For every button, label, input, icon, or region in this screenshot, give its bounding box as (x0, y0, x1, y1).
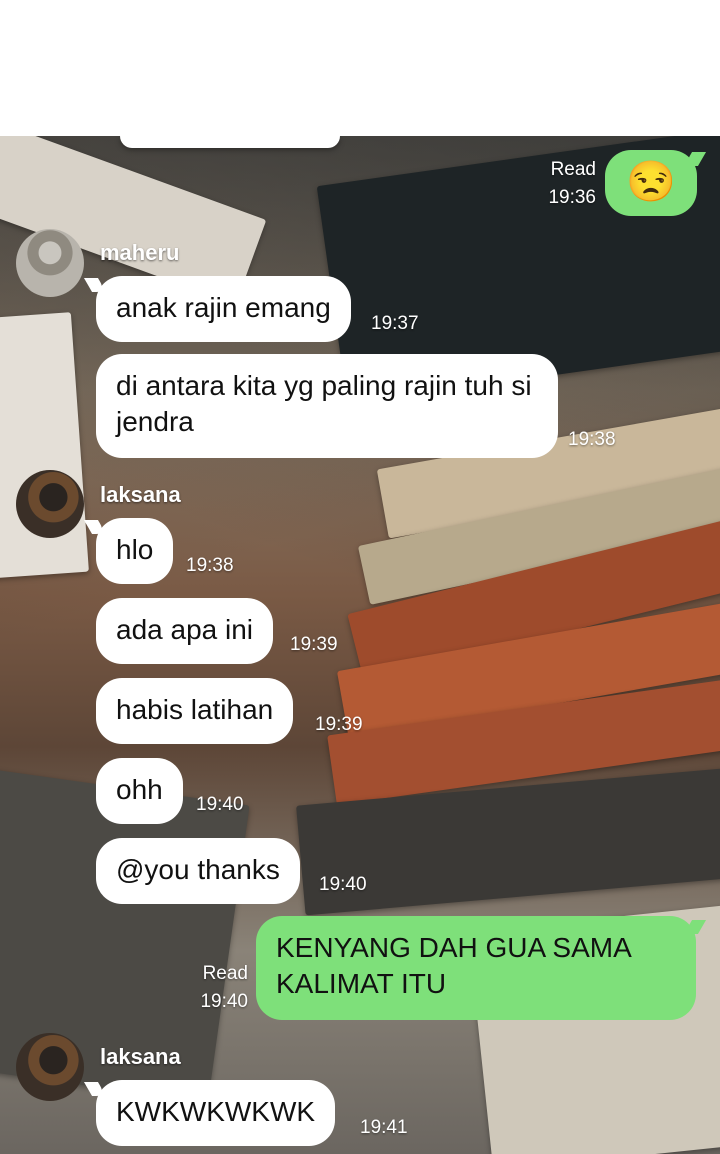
message-time: 19:39 (315, 714, 363, 735)
message-bubble[interactable]: KWKWKWKWK (96, 1080, 336, 1146)
message-bubble[interactable]: ada apa ini (96, 598, 274, 664)
message-time: 19:38 (568, 429, 616, 450)
read-receipt: Read (202, 963, 248, 984)
message-bubble[interactable]: 😒 (605, 150, 697, 216)
message-bubble[interactable]: ohh (96, 758, 183, 824)
avatar[interactable] (16, 470, 84, 538)
message-bubble[interactable]: anak rajin emang (96, 276, 351, 342)
sender-name: laksana (100, 1044, 181, 1069)
read-receipt: Read (550, 159, 596, 180)
message-time: 19:40 (319, 874, 367, 895)
message-bubble[interactable]: @you thanks (96, 838, 300, 904)
unamused-face-emoji: 😒 (626, 160, 676, 204)
sender-name: maheru (100, 240, 180, 265)
cut-off-bubble (120, 136, 340, 148)
sender-name: laksana (100, 482, 181, 507)
message-time: 19:40 (200, 991, 248, 1012)
message-time: 19:39 (290, 634, 338, 655)
avatar[interactable] (16, 1033, 84, 1101)
avatar[interactable] (16, 229, 84, 297)
message-time: 19:41 (360, 1117, 408, 1138)
message-time: 19:36 (548, 187, 596, 208)
message-time: 19:40 (196, 794, 244, 815)
message-bubble[interactable]: KENYANG DAH GUA SAMA KALIMAT ITU (256, 916, 696, 1020)
message-time: 19:38 (186, 555, 234, 576)
message-bubble[interactable]: hlo (96, 518, 174, 584)
message-bubble[interactable]: di antara kita yg paling rajin tuh si je… (96, 354, 558, 458)
message-time: 19:37 (371, 313, 419, 334)
message-bubble[interactable]: habis latihan (96, 678, 294, 744)
background-book (0, 312, 89, 580)
